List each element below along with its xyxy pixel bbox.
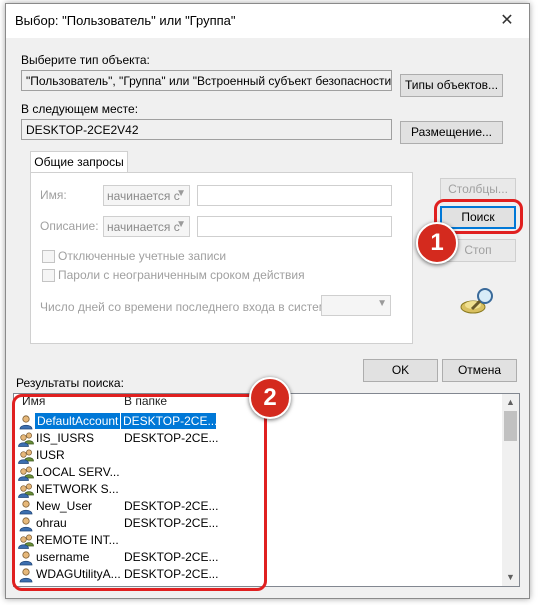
name-match-value: начинается с [107,189,180,203]
location-label: В следующем месте: [21,102,139,116]
name-match-combo[interactable]: начинается с ▼ [103,185,190,206]
description-match-value: начинается с [107,220,180,234]
chevron-down-icon: ▼ [377,298,387,309]
chevron-down-icon: ▼ [176,188,186,199]
name-label: Имя: [40,188,67,202]
scroll-thumb[interactable] [504,411,517,441]
object-types-button[interactable]: Типы объектов... [400,74,503,97]
name-input[interactable] [197,185,392,206]
disabled-accounts-label: Отключенные учетные записи [58,249,227,263]
window-title: Выбор: "Пользователь" или "Группа" [15,13,236,28]
vertical-scrollbar[interactable]: ▲ ▼ [502,394,519,586]
nonexpiring-passwords-checkbox[interactable] [42,269,55,282]
locations-button[interactable]: Размещение... [400,121,503,144]
description-match-combo[interactable]: начинается с ▼ [103,216,190,237]
scroll-up-icon[interactable]: ▲ [502,394,519,411]
description-label: Описание: [40,219,99,233]
tab-common-queries[interactable]: Общие запросы [30,151,128,173]
object-type-field: "Пользователь", "Группа" или "Встроенный… [21,70,392,91]
scroll-down-icon[interactable]: ▼ [502,569,519,586]
cancel-button[interactable]: Отмена [442,359,517,382]
search-people-icon [460,288,493,314]
columns-button[interactable]: Столбцы... [440,178,516,201]
step-badge-2: 2 [249,377,291,419]
days-since-logon-label: Число дней со времени последнего входа в… [40,300,337,314]
title-bar: Выбор: "Пользователь" или "Группа" ✕ [6,4,529,38]
callout-results-highlight [12,394,267,591]
disabled-accounts-checkbox[interactable] [42,250,55,263]
description-input[interactable] [197,216,392,237]
ok-button[interactable]: OK [363,359,438,382]
chevron-down-icon: ▼ [176,219,186,230]
object-type-label: Выберите тип объекта: [21,53,150,67]
close-icon[interactable]: ✕ [485,4,529,38]
days-since-logon-combo[interactable]: ▼ [321,295,391,316]
search-results-label: Результаты поиска: [16,376,124,390]
common-queries-panel: Имя: начинается с ▼ Описание: начинается… [30,172,413,344]
step-badge-1: 1 [416,222,458,264]
location-field: DESKTOP-2CE2V42 [21,119,392,140]
nonexpiring-passwords-label: Пароли с неограниченным сроком действия [58,268,305,282]
